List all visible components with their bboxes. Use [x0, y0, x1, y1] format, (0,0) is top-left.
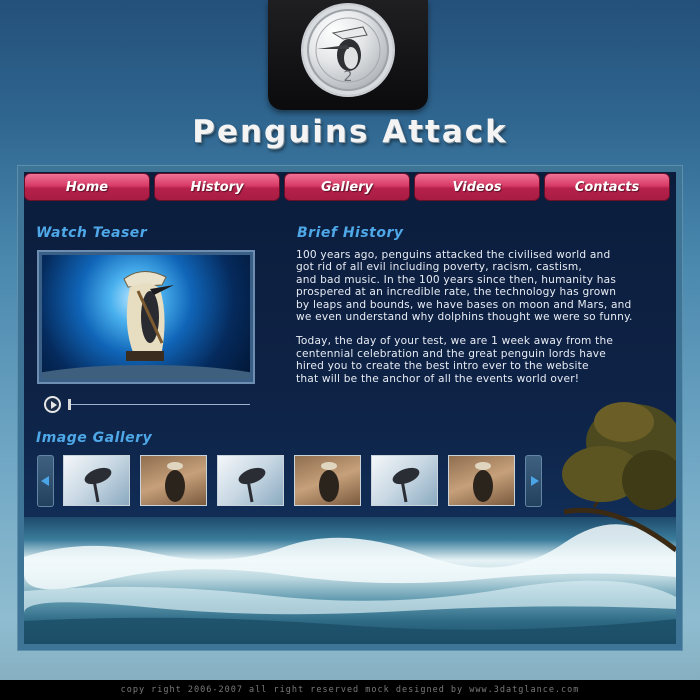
teaser-video[interactable]	[37, 250, 255, 384]
site-title: Penguins Attack	[192, 114, 508, 150]
nav-home-button[interactable]: Home	[24, 173, 150, 201]
history-body: 100 years ago, penguins attacked the civ…	[296, 249, 676, 397]
play-button[interactable]	[44, 396, 61, 413]
gallery-thumbnail[interactable]	[371, 455, 438, 506]
footer-copyright: copy right 2006-2007 all right reserved …	[0, 680, 700, 700]
history-paragraph-2: Today, the day of your test, we are 1 we…	[296, 335, 614, 385]
history-heading: Brief History	[297, 225, 404, 241]
gallery-prev-button[interactable]	[37, 455, 54, 507]
penguin-coin-icon[interactable]: 2	[301, 3, 395, 97]
nav-videos-button[interactable]: Videos	[414, 173, 540, 201]
gallery-thumbnail[interactable]	[448, 455, 515, 506]
penguin-explorer-icon	[42, 271, 250, 379]
video-player-controls	[44, 396, 250, 414]
chevron-right-icon	[531, 476, 539, 486]
nav-gallery-button[interactable]: Gallery	[284, 173, 410, 201]
gallery-thumbnail[interactable]	[294, 455, 361, 506]
gallery-heading: Image Gallery	[36, 430, 153, 446]
svg-text:2: 2	[344, 69, 353, 85]
gallery-thumbnail[interactable]	[140, 455, 207, 506]
content-panel: Home History Gallery Videos Contacts Wat…	[24, 172, 676, 644]
main-nav: Home History Gallery Videos Contacts	[24, 172, 676, 202]
gallery-next-button[interactable]	[525, 455, 542, 507]
seek-handle[interactable]	[68, 399, 71, 410]
chevron-left-icon	[41, 476, 49, 486]
tree-image	[562, 402, 676, 552]
gallery-thumbnail[interactable]	[217, 455, 284, 506]
nav-contacts-button[interactable]: Contacts	[544, 173, 670, 201]
seek-bar[interactable]	[68, 404, 250, 405]
history-paragraph-1: 100 years ago, penguins attacked the civ…	[296, 249, 633, 324]
video-screen[interactable]	[42, 255, 250, 379]
gallery-thumbnail[interactable]	[63, 455, 130, 506]
teaser-heading: Watch Teaser	[36, 225, 148, 241]
nav-history-button[interactable]: History	[154, 173, 280, 201]
